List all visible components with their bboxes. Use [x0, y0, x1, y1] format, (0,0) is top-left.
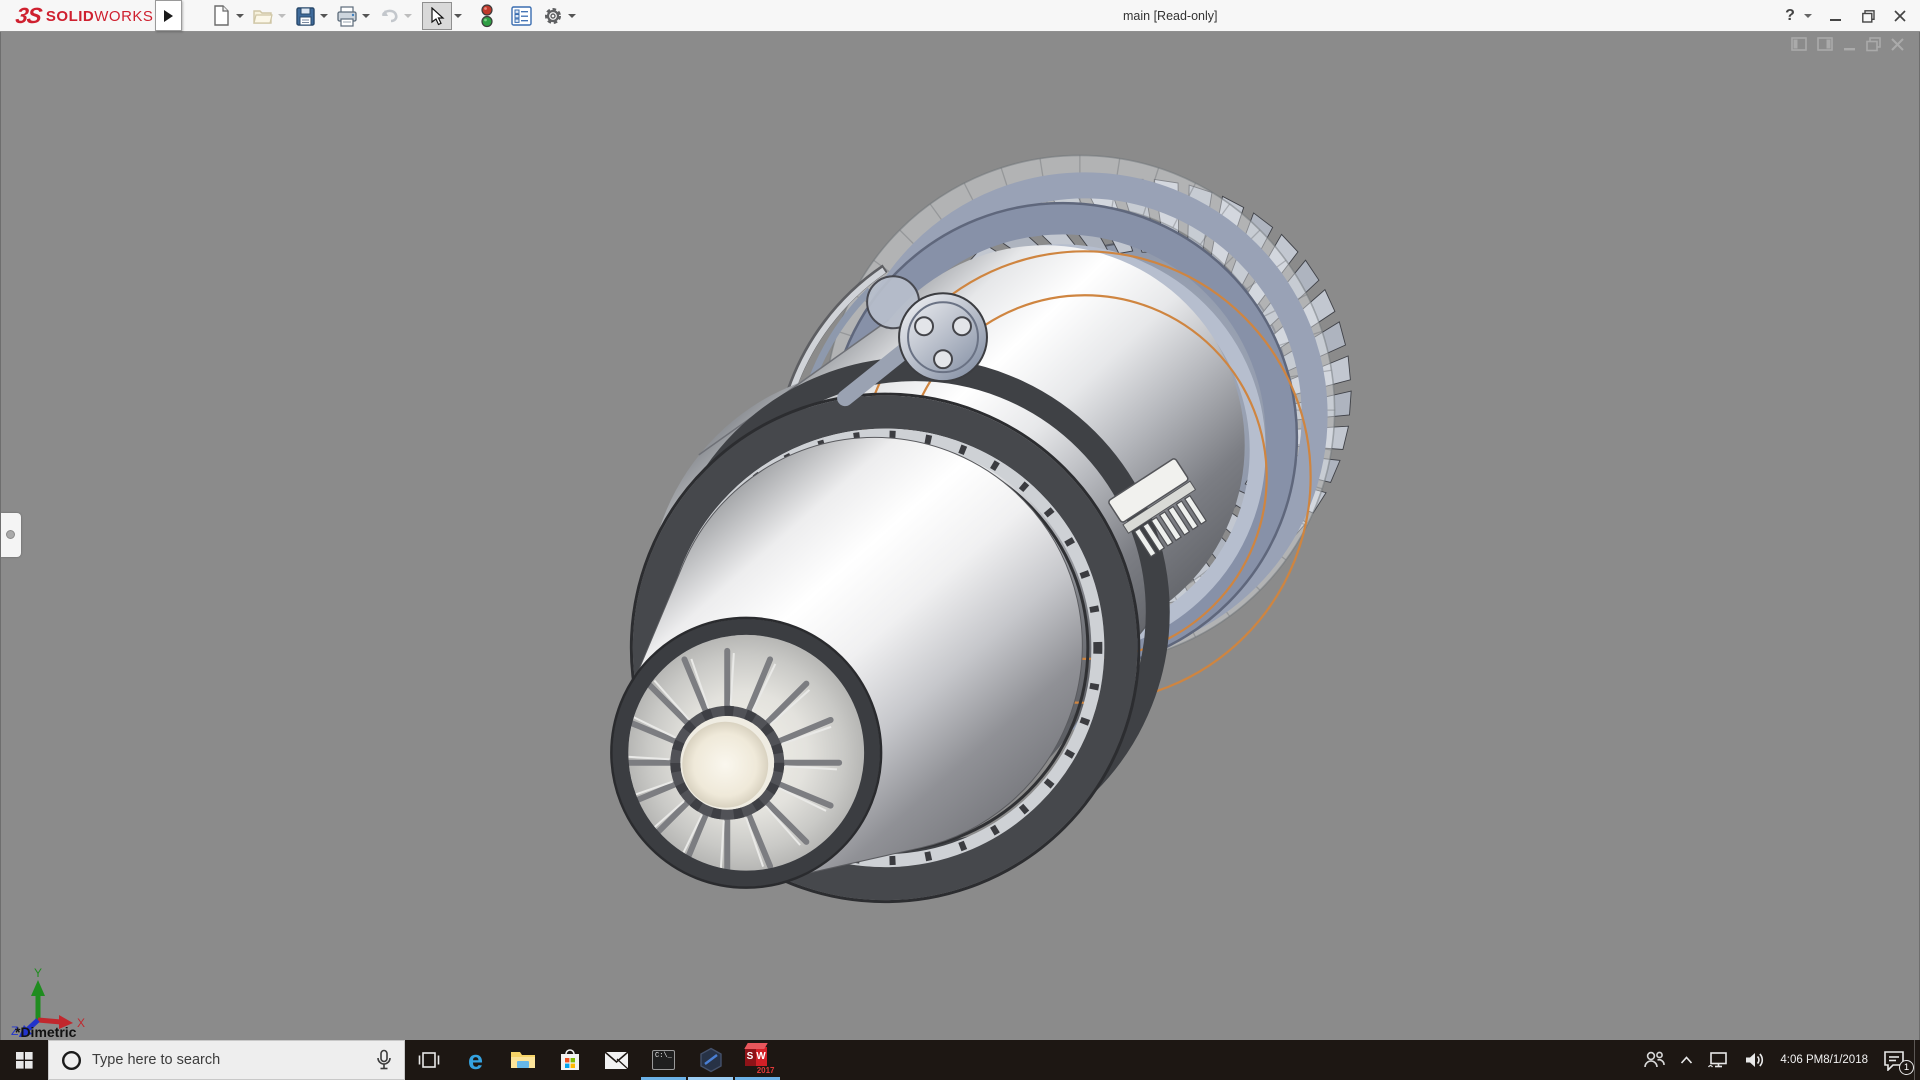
- select-cursor-icon: [429, 7, 445, 26]
- undo-dropdown[interactable]: [404, 14, 412, 18]
- speaker-icon: [1744, 1051, 1765, 1069]
- edge-icon: e: [468, 1047, 483, 1074]
- start-button[interactable]: [0, 1040, 48, 1080]
- file-properties-icon: [511, 6, 532, 26]
- engine-front-rim[interactable]: [611, 618, 881, 888]
- select-tool-button[interactable]: [422, 2, 452, 30]
- show-right-pane-icon[interactable]: [1817, 37, 1834, 52]
- hexagon-app-icon: [698, 1047, 724, 1073]
- print-dropdown[interactable]: [362, 14, 370, 18]
- feature-panel-tab[interactable]: [1, 513, 21, 557]
- y-axis-label: Y: [34, 966, 42, 980]
- brand-name-light: WORKS: [94, 8, 153, 25]
- save-dropdown[interactable]: [320, 14, 328, 18]
- microsoft-store-icon: [559, 1049, 581, 1072]
- taskbar-app-mail[interactable]: [593, 1040, 640, 1080]
- document-close-icon[interactable]: [1891, 37, 1905, 52]
- task-view-button[interactable]: [405, 1040, 452, 1080]
- traffic-light-icon: [480, 4, 494, 28]
- options-button[interactable]: [540, 3, 566, 29]
- window-title: main [Read-only]: [1123, 0, 1218, 32]
- graphics-area[interactable]: Y X Z *Dimetric: [0, 32, 1920, 1040]
- show-left-pane-icon[interactable]: [1791, 37, 1808, 52]
- menu-flyout-button[interactable]: [155, 0, 182, 31]
- x-axis-label: X: [77, 1016, 85, 1030]
- microphone-icon[interactable]: [376, 1049, 392, 1071]
- chevron-up-icon: [1680, 1056, 1693, 1064]
- minimize-button[interactable]: [1822, 2, 1850, 30]
- command-prompt-icon: C:\_: [652, 1050, 675, 1070]
- options-dropdown[interactable]: [568, 14, 576, 18]
- solidworks-2017-icon: SW 2017: [743, 1046, 773, 1074]
- help-button[interactable]: ?: [1780, 2, 1800, 30]
- taskbar-app-microsoft-store[interactable]: [546, 1040, 593, 1080]
- open-folder-icon: [252, 6, 274, 26]
- people-icon: [1642, 1051, 1666, 1069]
- taskbar-clock[interactable]: 4:06 PM 8/1/2018: [1772, 1040, 1876, 1080]
- system-tray: 4:06 PM 8/1/2018 1: [1635, 1040, 1920, 1080]
- minimize-icon: [1830, 10, 1842, 22]
- network-button[interactable]: [1700, 1040, 1737, 1080]
- document-window-controls: [1791, 37, 1905, 52]
- close-button[interactable]: [1886, 2, 1914, 30]
- close-icon: [1894, 10, 1906, 22]
- document-minimize-icon[interactable]: [1843, 37, 1857, 52]
- clock-date: 8/1/2018: [1823, 1053, 1868, 1067]
- restore-button[interactable]: [1854, 2, 1882, 30]
- view-orientation-label: *Dimetric: [15, 1024, 76, 1040]
- file-explorer-icon: [510, 1049, 536, 1071]
- gear-icon: [542, 5, 564, 27]
- save-floppy-icon: [295, 6, 316, 27]
- action-center-button[interactable]: 1: [1876, 1040, 1914, 1080]
- print-button[interactable]: [334, 3, 360, 29]
- new-document-icon: [211, 5, 231, 27]
- window-controls: ?: [1780, 0, 1914, 32]
- task-view-icon: [418, 1051, 440, 1069]
- mail-icon: [604, 1051, 629, 1070]
- taskbar-app-hexagon[interactable]: [687, 1040, 734, 1080]
- traffic-light-button[interactable]: [474, 3, 500, 29]
- undo-button[interactable]: [376, 3, 402, 29]
- undo-icon: [378, 6, 400, 26]
- panel-tab-dot-icon: [6, 530, 15, 539]
- file-properties-button[interactable]: [508, 3, 534, 29]
- y-axis-arrow-icon: [31, 980, 45, 996]
- title-bar: 3S SOLIDWORKS: [0, 0, 1920, 32]
- volume-button[interactable]: [1737, 1040, 1772, 1080]
- dassault-mark-icon: 3S: [14, 3, 44, 29]
- new-document-button[interactable]: [208, 3, 234, 29]
- select-dropdown[interactable]: [454, 14, 462, 18]
- help-dropdown[interactable]: [1804, 14, 1812, 18]
- clock-time: 4:06 PM: [1780, 1053, 1823, 1067]
- windows-taskbar: Type here to search e C:\_: [0, 1040, 1920, 1080]
- search-input[interactable]: Type here to search: [48, 1040, 405, 1080]
- people-button[interactable]: [1635, 1040, 1673, 1080]
- new-document-dropdown[interactable]: [236, 14, 244, 18]
- show-desktop-button[interactable]: [1914, 1040, 1920, 1080]
- save-button[interactable]: [292, 3, 318, 29]
- brand-name-bold: SOLID: [46, 8, 94, 25]
- open-button[interactable]: [250, 3, 276, 29]
- quick-toolbar: [208, 0, 582, 32]
- 3d-model-jet-engine[interactable]: [1, 32, 1919, 1040]
- document-restore-icon[interactable]: [1866, 37, 1882, 52]
- network-icon: [1707, 1051, 1730, 1069]
- search-placeholder: Type here to search: [92, 1052, 366, 1068]
- notification-badge: 1: [1899, 1060, 1914, 1075]
- reference-triad: Y X Z: [1, 937, 121, 1037]
- right-arrow-icon: [164, 10, 173, 22]
- hidden-icons-button[interactable]: [1673, 1040, 1700, 1080]
- taskbar-app-edge[interactable]: e: [452, 1040, 499, 1080]
- taskbar-app-file-explorer[interactable]: [499, 1040, 546, 1080]
- taskbar-app-command-prompt[interactable]: C:\_: [640, 1040, 687, 1080]
- print-icon: [336, 6, 358, 27]
- open-dropdown[interactable]: [278, 14, 286, 18]
- cortana-icon: [61, 1050, 82, 1071]
- windows-logo-icon: [16, 1052, 33, 1069]
- solidworks-logo: 3S SOLIDWORKS: [16, 0, 153, 32]
- restore-icon: [1862, 10, 1875, 23]
- taskbar-app-solidworks-2017[interactable]: SW 2017: [734, 1040, 781, 1080]
